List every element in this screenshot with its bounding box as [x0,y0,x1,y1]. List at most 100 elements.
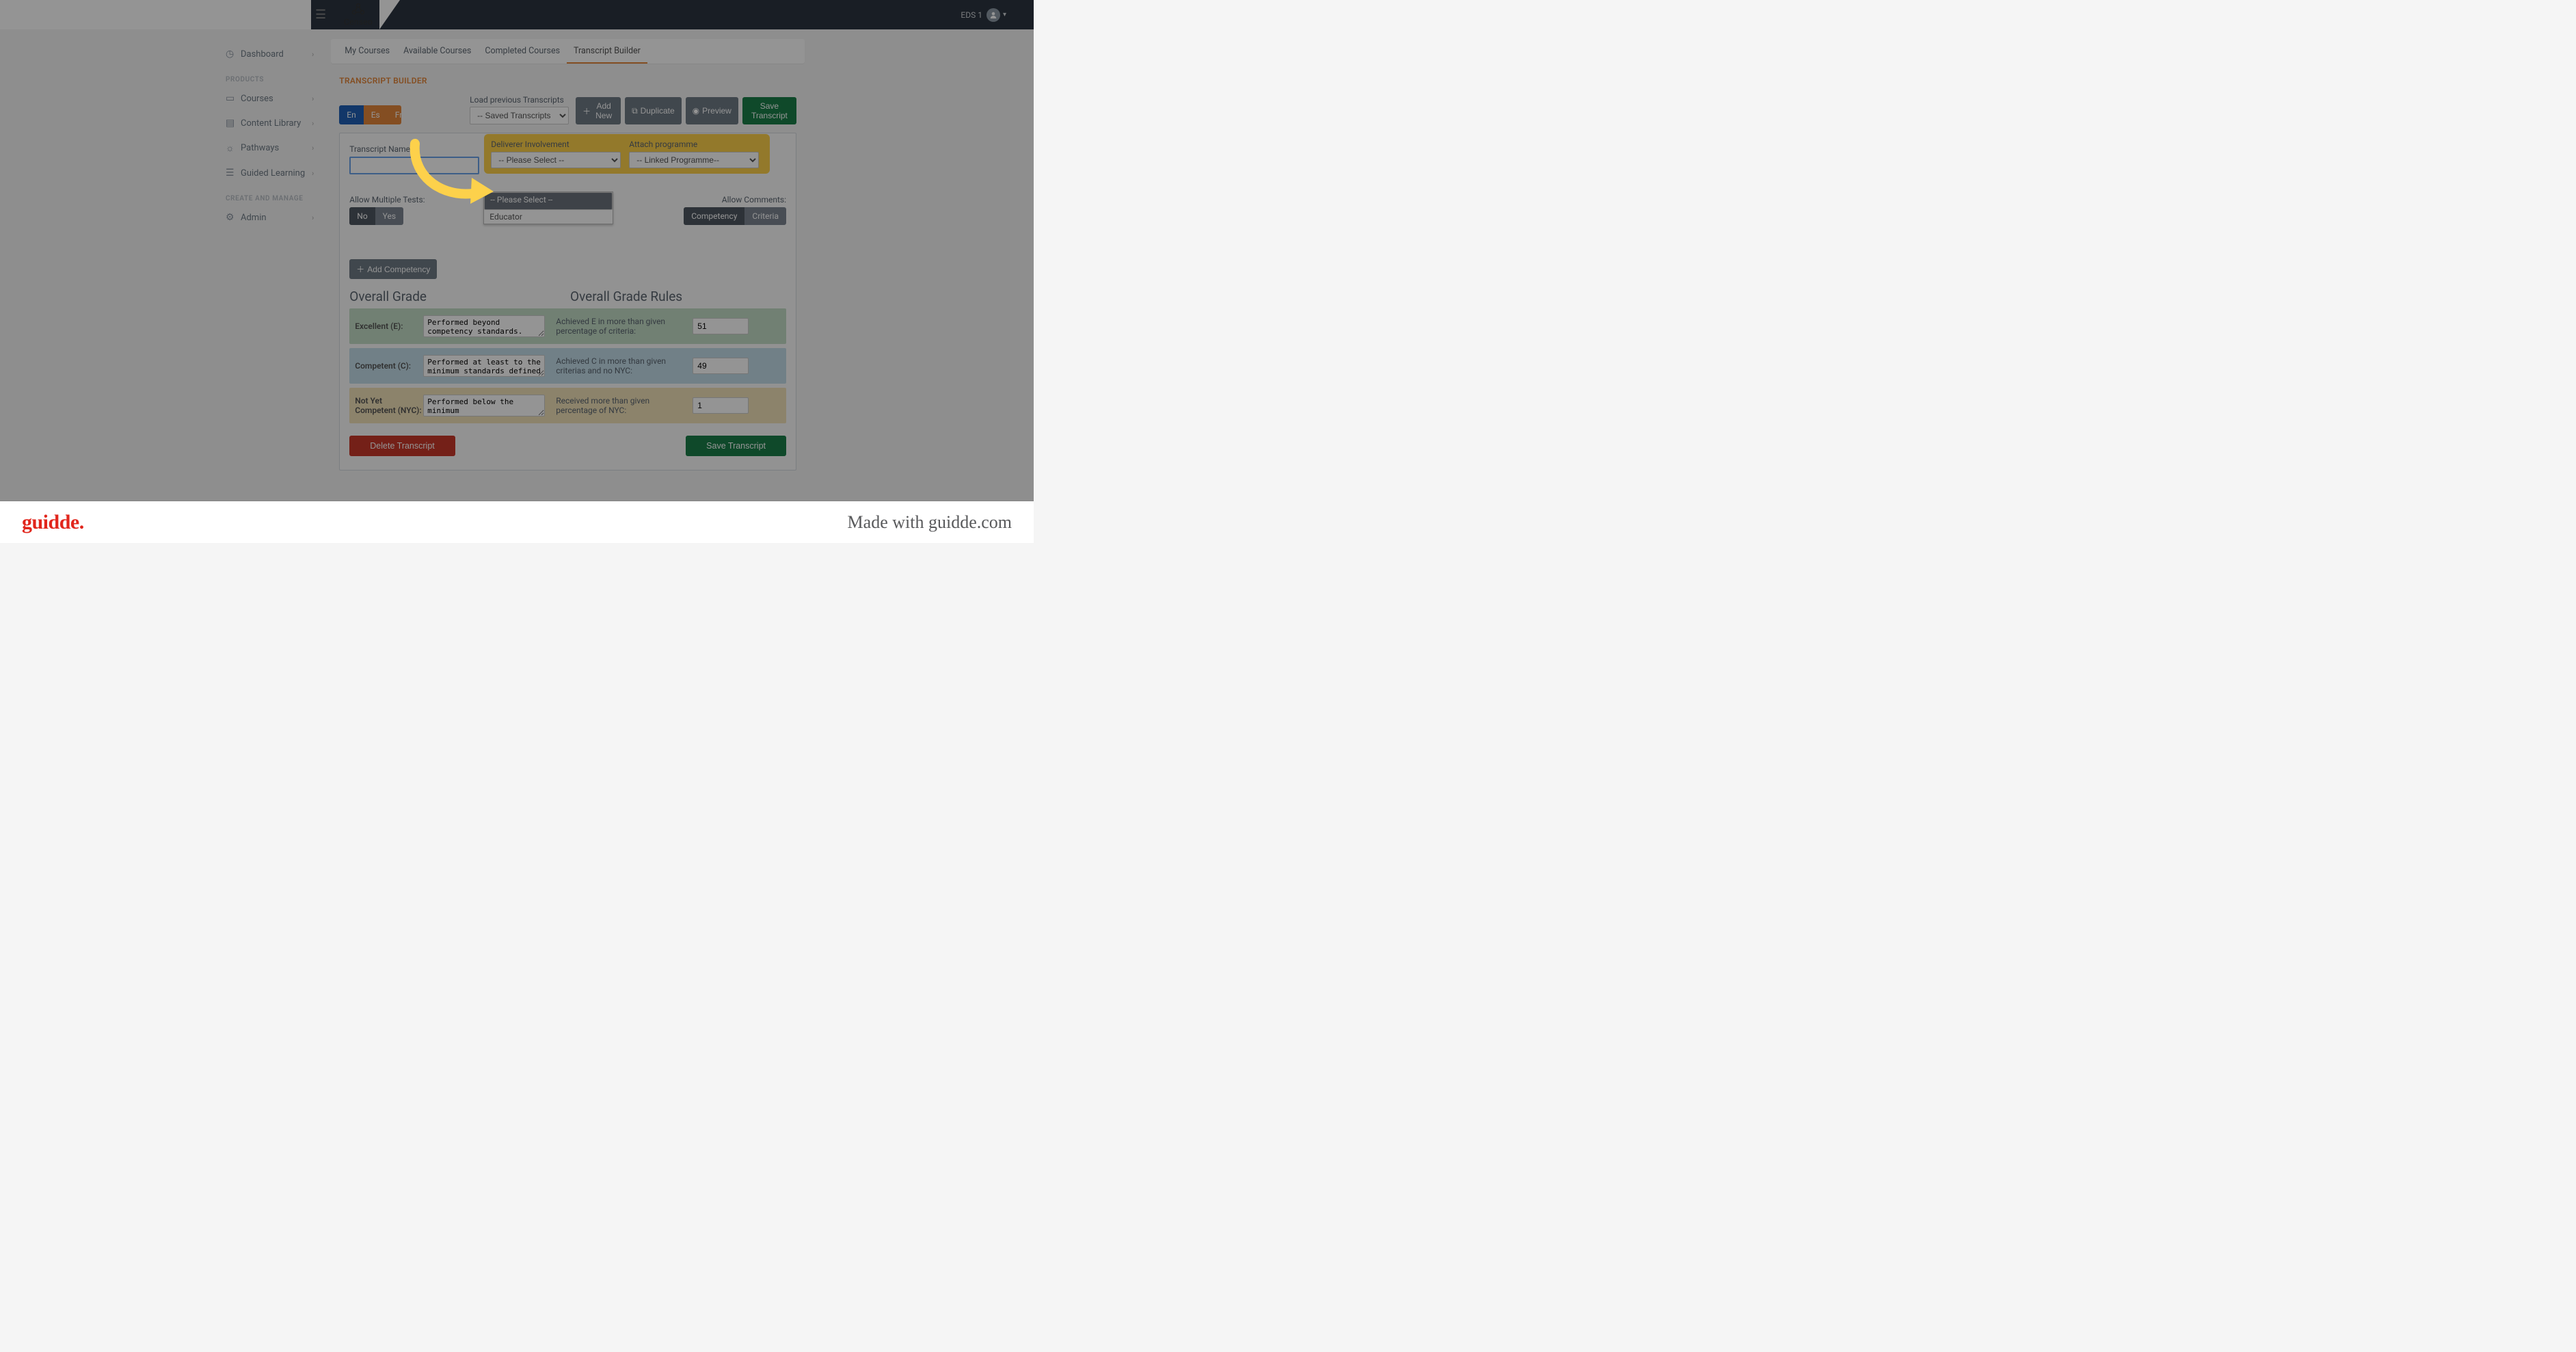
grade-row-excellent: Excellent (E): Achieved E in more than g… [349,308,786,344]
prev-transcripts-select[interactable]: -- Saved Transcripts -- [470,107,569,124]
allow-tests-toggle: No Yes [349,207,403,225]
gauge-icon: ◷ [226,49,241,59]
allow-comments-label: Allow Comments: [684,195,786,204]
chevron-right-icon: › [312,213,314,222]
language-tabs: En Es Fr [339,105,401,124]
eye-icon: ◉ [693,106,699,116]
grade-label-nyc: Not Yet Competent (NYC): [355,396,423,415]
delete-transcript-button[interactable]: Delete Transcript [349,436,455,456]
form-panel: Transcript Name Deliverer Involvement --… [339,133,796,470]
sidebar-item-content-library[interactable]: ▤ Content Library › [226,111,331,135]
lang-en[interactable]: En [339,105,363,124]
grade-rule-competent: Achieved C in more than given criterias … [556,356,686,375]
sidebar-heading-manage: CREATE AND MANAGE [226,185,331,205]
laptop-icon: ▭ [226,93,241,104]
user-menu[interactable]: EDS 1 ▾ [961,8,1006,22]
allow-tests-yes[interactable]: Yes [375,207,403,225]
grade-value-excellent[interactable] [693,318,749,334]
page-title: TRANSCRIPT BUILDER [331,64,805,91]
guidde-made-with: Made with guidde.com [848,512,1012,533]
app-header: ☰ Censeo EDS 1 ▾ [0,0,1034,29]
transcript-name-label: Transcript Name [349,144,479,154]
preview-button[interactable]: ◉Preview [686,97,738,124]
logo-icon [351,3,366,16]
grade-row-nyc: Not Yet Competent (NYC): Received more t… [349,388,786,423]
allow-multiple-tests-label: Allow Multiple Tests: [349,195,425,204]
grade-row-competent: Competent (C): Achieved C in more than g… [349,348,786,384]
grade-desc-nyc[interactable] [423,395,545,416]
plus-icon: ＋ [356,263,364,275]
dropdown-option-please-select[interactable]: -- Please Select -- [484,192,613,210]
tab-available-courses[interactable]: Available Courses [397,39,478,64]
overall-grade-heading: Overall Grade [349,289,427,304]
comments-criteria[interactable]: Criteria [744,207,786,225]
deliverer-dropdown-open: -- Please Select -- Educator [483,191,613,224]
prev-transcripts-label: Load previous Transcripts [470,95,569,105]
sidebar-item-dashboard[interactable]: ◷ Dashboard › [226,42,331,66]
guidde-logo: guidde. [22,511,84,534]
overall-grade-rules-heading: Overall Grade Rules [570,289,682,304]
copy-icon: ⧉ [632,106,638,116]
chevron-right-icon: › [312,169,314,178]
grade-value-nyc[interactable] [693,397,749,414]
attach-programme-select[interactable]: -- Linked Programme-- [629,152,759,168]
duplicate-button[interactable]: ⧉Duplicate [625,97,682,124]
chevron-down-icon: ▾ [1003,11,1006,18]
add-new-button[interactable]: ＋Add New [576,97,621,124]
allow-tests-no[interactable]: No [349,207,375,225]
highlight-callout: Deliverer Involvement -- Please Select -… [484,134,770,174]
guidde-footer: guidde. Made with guidde.com [0,501,1034,543]
tab-completed-courses[interactable]: Completed Courses [478,39,567,64]
plus-icon: ＋ [582,105,591,117]
dropdown-option-educator[interactable]: Educator [484,210,613,224]
book-icon: ▤ [226,118,241,129]
grade-value-competent[interactable] [693,358,749,374]
sidebar: ◷ Dashboard › PRODUCTS ▭ Courses › ▤ Con… [0,29,331,501]
user-icon [989,11,997,19]
user-label: EDS 1 [961,10,982,20]
sidebar-label: Pathways [241,143,279,153]
sidebar-item-guided-learning[interactable]: ☰ Guided Learning › [226,161,331,185]
brand-logo[interactable]: Censeo [344,3,373,27]
clipboard-icon: ☰ [226,168,241,178]
transcript-name-input[interactable] [349,157,479,174]
grade-rule-excellent: Achieved E in more than given percentage… [556,317,686,336]
add-competency-button[interactable]: ＋Add Competency [349,259,437,279]
chevron-right-icon: › [312,94,314,103]
brand-name: Censeo [344,17,373,27]
chevron-right-icon: › [312,50,314,59]
lang-es[interactable]: Es [364,105,388,124]
sidebar-item-courses[interactable]: ▭ Courses › [226,86,331,111]
grade-rule-nyc: Received more than given percentage of N… [556,396,686,415]
sidebar-item-admin[interactable]: ⚙ Admin › [226,205,331,230]
lang-fr[interactable]: Fr [388,105,401,124]
main-content: My Courses Available Courses Completed C… [331,29,1034,501]
tab-transcript-builder[interactable]: Transcript Builder [567,39,647,64]
chevron-right-icon: › [312,119,314,128]
chevron-right-icon: › [312,144,314,153]
sidebar-label: Dashboard [241,49,284,59]
grade-label-excellent: Excellent (E): [355,321,423,331]
tab-my-courses[interactable]: My Courses [338,39,397,64]
sidebar-label: Content Library [241,118,301,129]
comments-competency[interactable]: Competency [684,207,744,225]
save-transcript-button-bottom[interactable]: Save Transcript [686,436,786,456]
grade-desc-competent[interactable] [423,355,545,377]
gear-icon: ⚙ [226,212,241,223]
sidebar-label: Admin [241,213,267,223]
deliverer-involvement-select[interactable]: -- Please Select -- [491,152,621,168]
avatar [987,8,1000,22]
sidebar-item-pathways[interactable]: ☼ Pathways › [226,135,331,161]
save-transcript-button[interactable]: Save Transcript [742,97,796,124]
sidebar-heading-products: PRODUCTS [226,66,331,86]
attach-programme-label: Attach programme [629,140,759,149]
header-diagonal [379,0,400,29]
sidebar-label: Courses [241,94,273,104]
tabs: My Courses Available Courses Completed C… [331,39,805,64]
grade-desc-excellent[interactable] [423,315,545,337]
sidebar-label: Guided Learning [241,168,305,178]
path-icon: ☼ [226,142,241,154]
deliverer-involvement-label: Deliverer Involvement [491,140,621,149]
grade-label-competent: Competent (C): [355,361,423,371]
menu-toggle-icon[interactable]: ☰ [315,8,326,22]
